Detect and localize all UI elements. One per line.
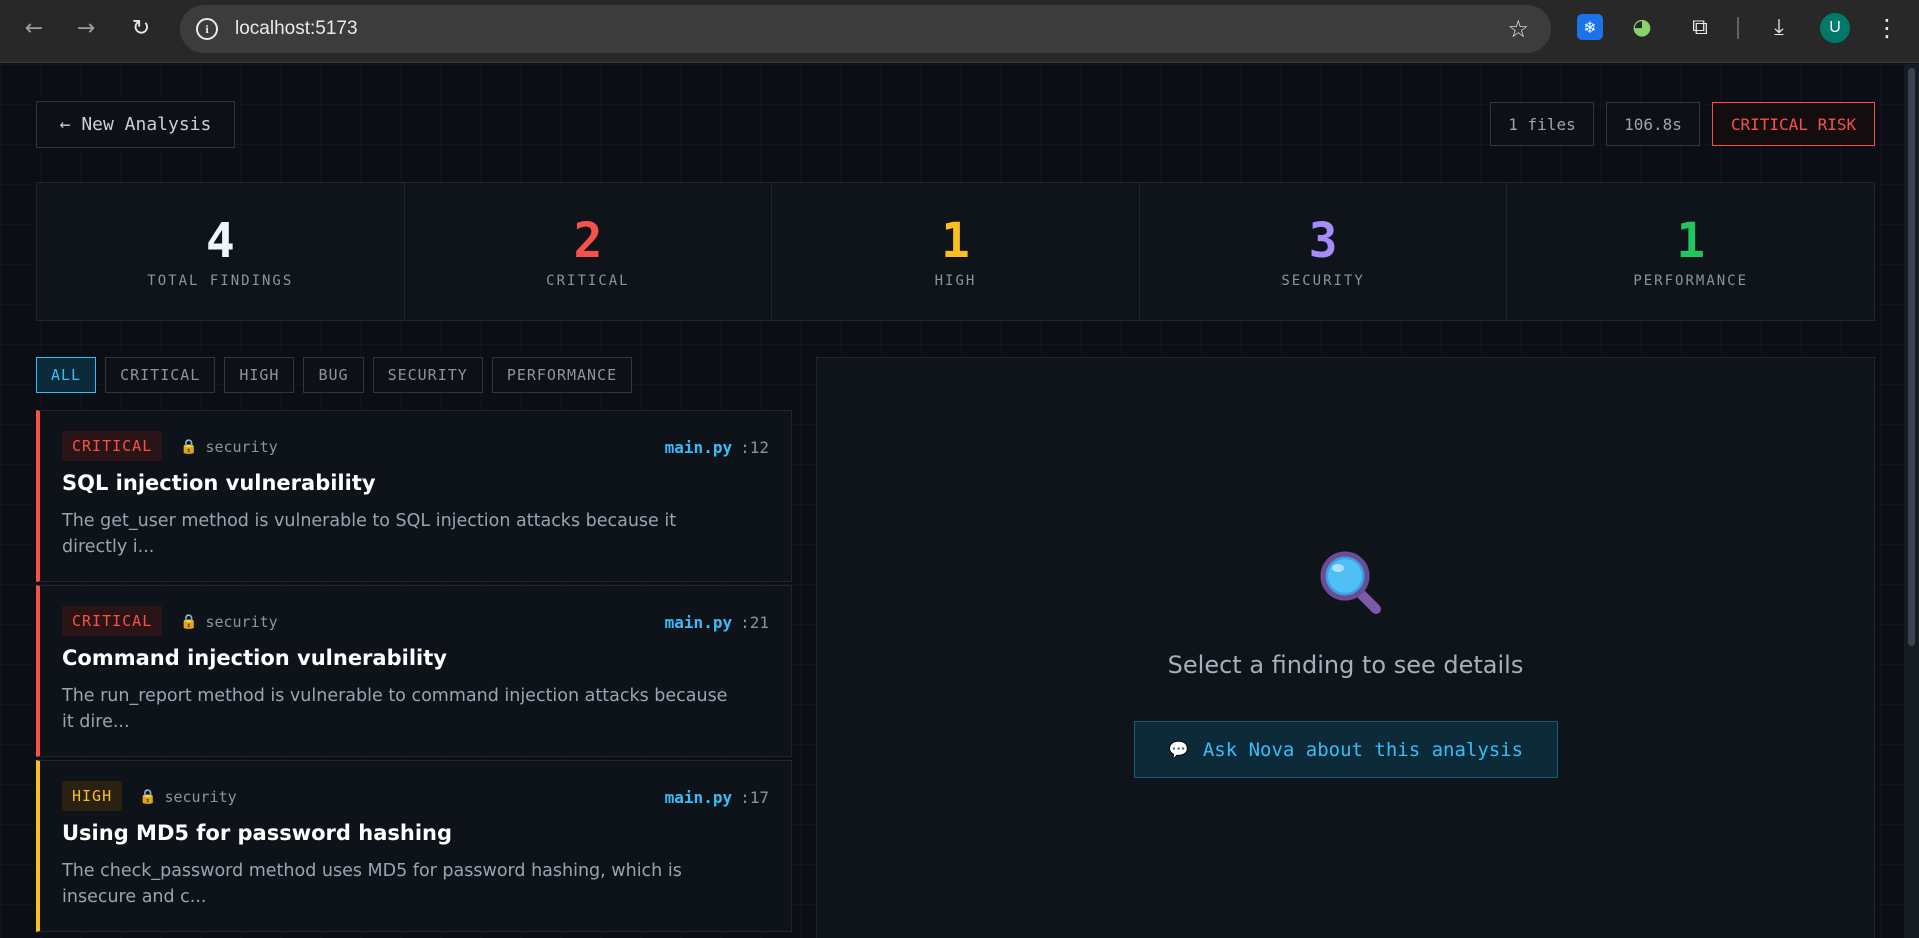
stat-value: 1 xyxy=(941,212,970,269)
back-arrow-icon[interactable]: ← xyxy=(19,13,49,43)
severity-badge: CRITICAL xyxy=(62,431,163,461)
summary-stats: 4 TOTAL FINDINGS 2 CRITICAL 1 HIGH 3 SEC… xyxy=(36,182,1875,321)
ask-nova-label: Ask Nova about this analysis xyxy=(1202,738,1524,761)
category-label: security xyxy=(164,788,237,806)
category-label: security xyxy=(205,613,278,631)
filter-bug[interactable]: BUG xyxy=(303,357,364,393)
findings-list: CRITICAL 🔒 security main.py :12 SQL injec… xyxy=(36,410,792,935)
finding-detail-panel: Select a finding to see details 💬 Ask No… xyxy=(816,357,1875,938)
file-location: main.py :21 xyxy=(665,613,769,632)
filter-security[interactable]: SECURITY xyxy=(372,357,483,393)
stat-label: PERFORMANCE xyxy=(1633,272,1749,289)
stat-label: SECURITY xyxy=(1281,272,1365,289)
download-icon[interactable]: ⤓ xyxy=(1765,13,1793,41)
files-count-badge: 1 files xyxy=(1490,102,1594,146)
category-tag: 🔒 security xyxy=(180,438,278,456)
filter-performance[interactable]: PERFORMANCE xyxy=(491,357,633,393)
forward-arrow-icon[interactable]: → xyxy=(71,13,101,43)
file-location: main.py :17 xyxy=(665,788,769,807)
stat-value: 4 xyxy=(205,212,235,269)
site-info-icon[interactable]: i xyxy=(196,18,218,40)
stat-label: TOTAL FINDINGS xyxy=(147,272,294,289)
stat-value: 3 xyxy=(1308,212,1338,269)
line-number: :21 xyxy=(740,613,769,632)
stat-high: 1 HIGH xyxy=(772,183,1140,320)
file-name: main.py xyxy=(664,613,733,632)
stat-label: HIGH xyxy=(934,272,977,289)
finding-title: Command injection vulnerability xyxy=(62,646,447,670)
category-tag: 🔒 security xyxy=(180,613,278,631)
filter-critical[interactable]: CRITICAL xyxy=(105,357,216,393)
finding-card[interactable]: HIGH 🔒 security main.py :17 Using MD5 for… xyxy=(36,760,792,932)
browser-toolbar: ← → ↻ i localhost:5173 ☆ ❄ ◕ ⧉ ⤓ U ⋮ xyxy=(0,0,1919,63)
new-analysis-button[interactable]: ← New Analysis xyxy=(36,101,235,148)
stat-total-findings: 4 TOTAL FINDINGS xyxy=(37,183,405,320)
magnifier-icon xyxy=(1320,551,1381,614)
stat-security: 3 SECURITY xyxy=(1139,183,1508,320)
line-number: :17 xyxy=(740,788,769,807)
risk-level-badge: CRITICAL RISK xyxy=(1712,102,1875,146)
toolbar-divider xyxy=(1737,17,1739,39)
speech-bubble-icon: 💬 xyxy=(1168,740,1189,759)
finding-card[interactable]: CRITICAL 🔒 security main.py :12 SQL injec… xyxy=(36,410,792,582)
kebab-menu-icon[interactable]: ⋮ xyxy=(1873,12,1901,44)
address-bar[interactable]: i localhost:5173 ☆ xyxy=(180,5,1551,53)
severity-badge: HIGH xyxy=(62,781,123,811)
lock-icon: 🔒 xyxy=(180,614,198,630)
finding-description: The check_password method uses MD5 for p… xyxy=(62,861,682,907)
finding-title: SQL injection vulnerability xyxy=(62,471,376,495)
puzzle-icon[interactable]: ⧉ xyxy=(1686,13,1714,41)
category-label: security xyxy=(205,438,278,456)
filter-bar: ALL CRITICAL HIGH BUG SECURITY PERFORMAN… xyxy=(36,357,633,393)
filter-high[interactable]: HIGH xyxy=(224,357,295,393)
star-icon[interactable]: ☆ xyxy=(1507,15,1529,43)
file-name: main.py xyxy=(664,438,733,457)
stat-performance: 1 PERFORMANCE xyxy=(1507,183,1874,320)
reload-icon[interactable]: ↻ xyxy=(126,13,156,43)
scrollbar-thumb[interactable] xyxy=(1908,68,1915,646)
file-name: main.py xyxy=(664,788,733,807)
snowflake-extension-icon[interactable]: ❄ xyxy=(1577,14,1603,40)
lock-icon: 🔒 xyxy=(180,439,198,455)
stat-label: CRITICAL xyxy=(546,272,630,289)
stat-value: 2 xyxy=(573,212,603,269)
stat-value: 1 xyxy=(1676,212,1706,269)
finding-card[interactable]: CRITICAL 🔒 security main.py :21 Command i… xyxy=(36,585,792,757)
filter-all[interactable]: ALL xyxy=(36,357,97,393)
finding-description: The get_user method is vulnerable to SQL… xyxy=(62,511,677,557)
globe-extension-icon[interactable]: ◕ xyxy=(1628,13,1656,41)
ask-nova-button[interactable]: 💬 Ask Nova about this analysis xyxy=(1134,721,1558,778)
lock-icon: 🔒 xyxy=(139,789,157,805)
url-text[interactable]: localhost:5173 xyxy=(235,18,358,40)
app-viewport: ← New Analysis 1 files 106.8s CRITICAL R… xyxy=(0,64,1904,938)
stat-critical: 2 CRITICAL xyxy=(404,183,773,320)
finding-title: Using MD5 for password hashing xyxy=(62,821,453,845)
line-number: :12 xyxy=(740,438,769,457)
file-location: main.py :12 xyxy=(665,438,769,457)
empty-state-text: Select a finding to see details xyxy=(1167,651,1524,679)
page-scrollbar[interactable] xyxy=(1904,64,1919,938)
category-tag: 🔒 security xyxy=(139,788,237,806)
severity-badge: CRITICAL xyxy=(62,606,163,636)
avatar[interactable]: U xyxy=(1820,13,1850,43)
duration-badge: 106.8s xyxy=(1606,102,1700,146)
finding-description: The run_report method is vulnerable to c… xyxy=(62,686,728,732)
